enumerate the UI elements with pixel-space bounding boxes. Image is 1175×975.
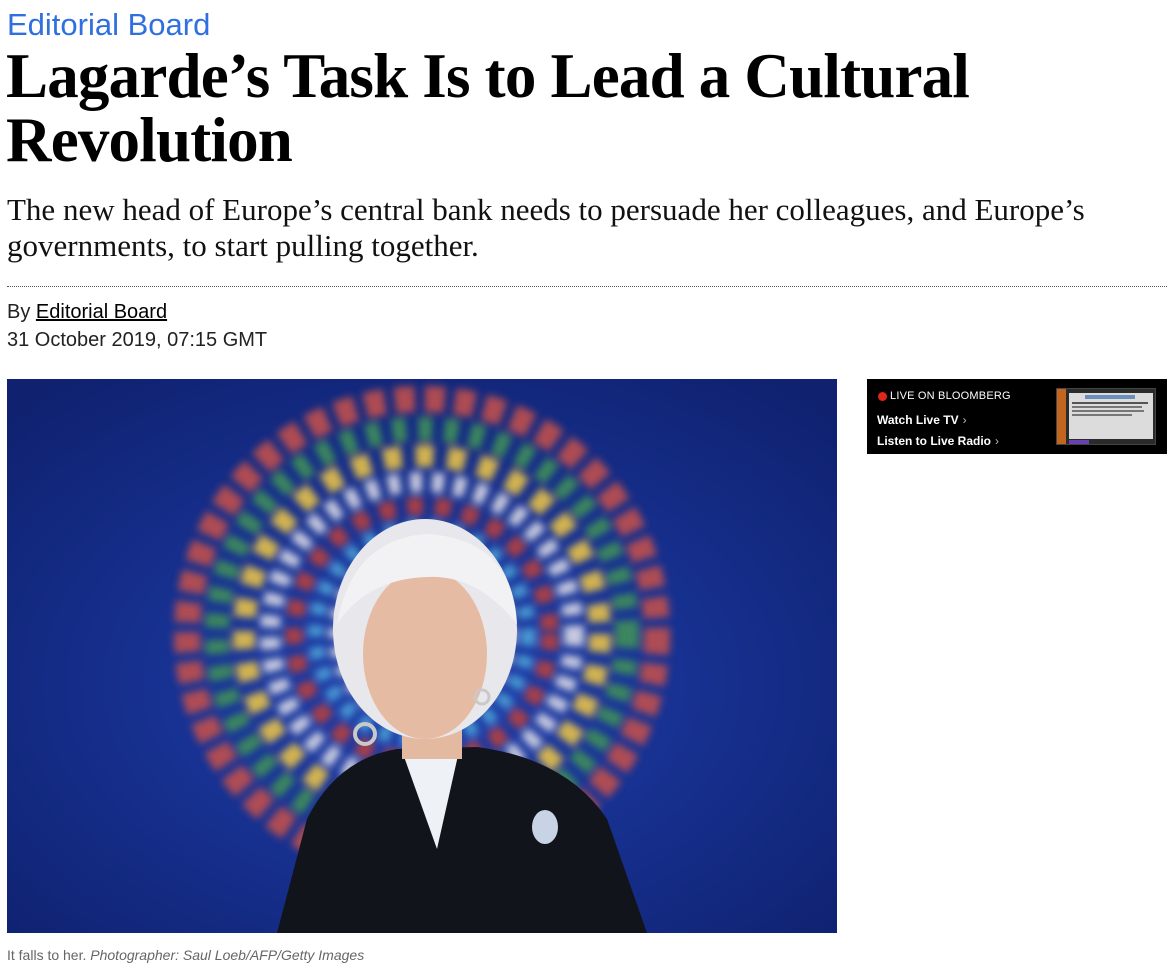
photo-credit: Photographer: Saul Loeb/AFP/Getty Images xyxy=(90,947,365,963)
byline: By Editorial Board xyxy=(7,300,167,324)
lead-photo-image xyxy=(7,379,837,933)
live-tv-thumbnail[interactable] xyxy=(1056,388,1156,445)
byline-prefix: By xyxy=(7,301,31,323)
chevron-right-icon: › xyxy=(995,434,1000,448)
photo-caption: It falls to her. Photographer: Saul Loeb… xyxy=(7,946,364,964)
author-link[interactable]: Editorial Board xyxy=(36,301,167,323)
live-label: LIVE ON BLOOMBERG xyxy=(890,390,1011,402)
divider xyxy=(7,286,1167,287)
chevron-right-icon: › xyxy=(962,413,967,427)
live-on-bloomberg-widget: LIVE ON BLOOMBERG Watch Live TV › Listen … xyxy=(867,379,1167,454)
section-kicker-link[interactable]: Editorial Board xyxy=(7,6,210,44)
live-indicator-icon xyxy=(878,392,887,401)
watch-live-tv-label: Watch Live TV xyxy=(877,413,959,427)
tv-preview-image xyxy=(1057,389,1155,444)
caption-text: It falls to her. xyxy=(7,947,87,963)
watch-live-tv-link[interactable]: Watch Live TV › xyxy=(877,412,967,428)
article-dek: The new head of Europe’s central bank ne… xyxy=(7,192,1085,263)
lead-photo xyxy=(7,379,837,933)
publish-date: 31 October 2019, 07:15 GMT xyxy=(7,329,268,351)
headline: Lagarde’s Task Is to Lead a Cultural Rev… xyxy=(6,41,970,175)
listen-live-radio-label: Listen to Live Radio xyxy=(877,434,992,448)
listen-live-radio-link[interactable]: Listen to Live Radio › xyxy=(877,433,999,449)
